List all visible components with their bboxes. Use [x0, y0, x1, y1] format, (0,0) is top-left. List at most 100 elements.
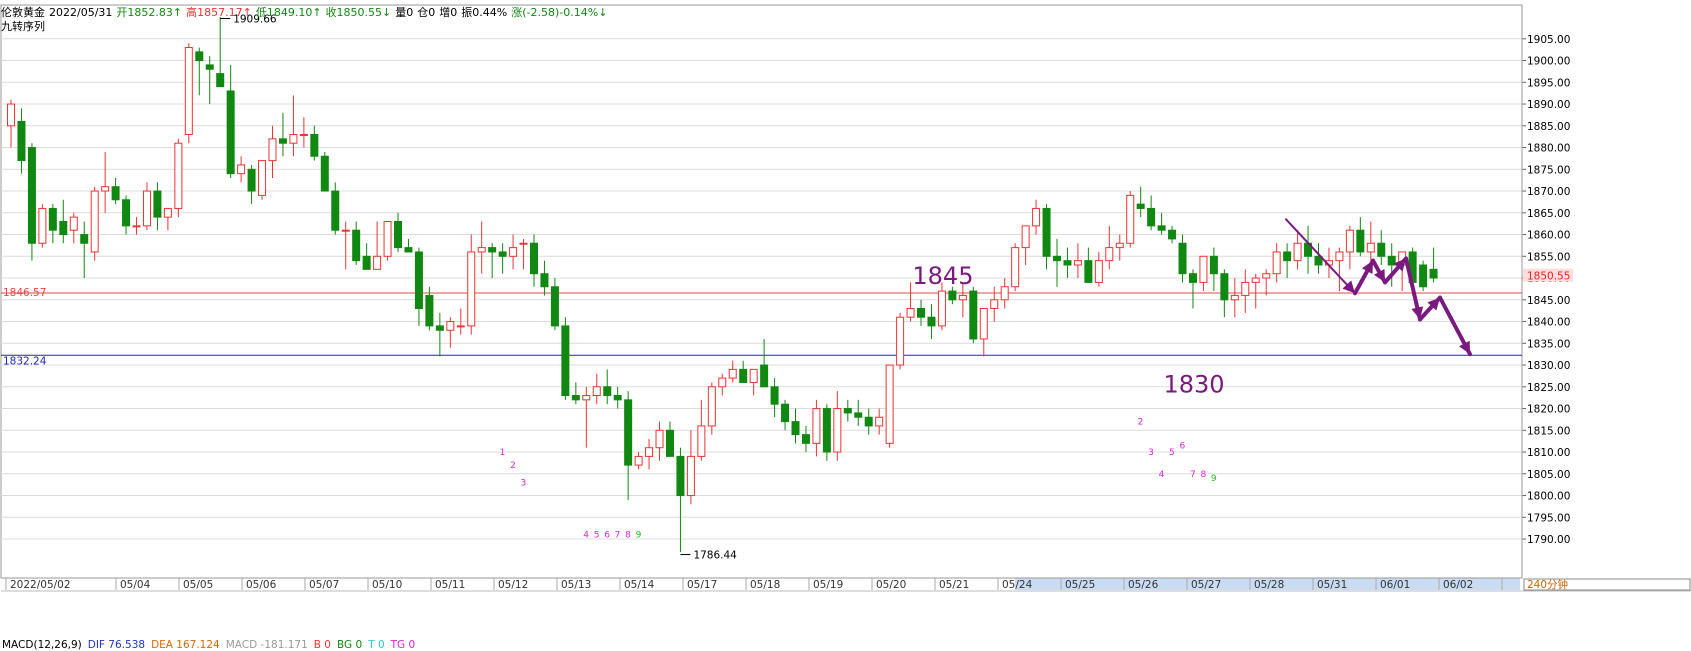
candle-up[interactable]	[258, 160, 267, 196]
candle-up[interactable]	[582, 395, 591, 401]
candle-down[interactable]	[310, 134, 319, 157]
candle-down[interactable]	[613, 395, 622, 401]
candle-up[interactable]	[90, 190, 99, 253]
candle-up[interactable]	[341, 229, 350, 232]
candle-up[interactable]	[237, 164, 246, 175]
candle-up[interactable]	[1115, 242, 1124, 249]
candle-up[interactable]	[728, 368, 737, 379]
candle-up[interactable]	[1293, 242, 1302, 262]
candle-up[interactable]	[383, 221, 392, 257]
candle-down[interactable]	[27, 147, 36, 244]
candle-up[interactable]	[749, 368, 758, 383]
candle-up[interactable]	[655, 429, 664, 449]
candle-up[interactable]	[1241, 281, 1250, 296]
candle-down[interactable]	[1283, 251, 1292, 262]
candle-up[interactable]	[1251, 277, 1260, 283]
candle-down[interactable]	[561, 325, 570, 396]
candle-down[interactable]	[404, 247, 413, 253]
candle-down[interactable]	[917, 308, 926, 318]
candle-down[interactable]	[1042, 207, 1051, 257]
candle-down[interactable]	[1053, 255, 1061, 262]
candle-down[interactable]	[801, 434, 810, 444]
candle-down[interactable]	[1188, 273, 1197, 283]
candle-down[interactable]	[624, 399, 633, 466]
candle-down[interactable]	[822, 408, 831, 453]
candle-down[interactable]	[1220, 273, 1229, 301]
candle-up[interactable]	[979, 308, 988, 340]
candle-up[interactable]	[896, 316, 905, 366]
candle-up[interactable]	[163, 207, 172, 218]
candle-down[interactable]	[1168, 229, 1177, 240]
candle-up[interactable]	[1105, 247, 1114, 262]
candle-up[interactable]	[686, 455, 695, 497]
candle-up[interactable]	[1126, 194, 1135, 244]
candle-up[interactable]	[634, 455, 643, 466]
candle-down[interactable]	[739, 368, 748, 383]
candle-down[interactable]	[1429, 268, 1438, 279]
candle-up[interactable]	[132, 225, 141, 228]
candle-down[interactable]	[352, 229, 361, 262]
candle-up[interactable]	[990, 299, 999, 309]
candle-down[interactable]	[278, 138, 287, 144]
candle-up[interactable]	[446, 321, 455, 331]
candle-down[interactable]	[854, 412, 863, 418]
candle-up[interactable]	[707, 386, 716, 427]
candle-up[interactable]	[174, 142, 183, 209]
candle-up[interactable]	[467, 251, 476, 327]
candle-down[interactable]	[843, 408, 852, 414]
candle-down[interactable]	[1419, 264, 1428, 288]
candle-down[interactable]	[1209, 255, 1218, 275]
candle-down[interactable]	[216, 73, 225, 88]
candle-up[interactable]	[885, 364, 894, 444]
candle-up[interactable]	[1366, 242, 1375, 253]
candle-up[interactable]	[812, 408, 821, 444]
candle-up[interactable]	[1011, 247, 1020, 288]
candle-down[interactable]	[603, 386, 612, 396]
candle-up[interactable]	[1000, 286, 1009, 301]
candle-up[interactable]	[289, 134, 298, 144]
candle-up[interactable]	[1199, 255, 1208, 283]
candle-up[interactable]	[875, 416, 884, 427]
candle-up[interactable]	[38, 207, 47, 244]
candle-up[interactable]	[519, 242, 528, 245]
candle-down[interactable]	[1178, 242, 1187, 275]
candle-up[interactable]	[69, 216, 78, 231]
candle-down[interactable]	[80, 234, 89, 244]
candle-down[interactable]	[226, 90, 235, 175]
candle-down[interactable]	[530, 242, 538, 275]
candle-down[interactable]	[1063, 260, 1072, 266]
candle-up[interactable]	[142, 190, 151, 227]
candle-down[interactable]	[59, 221, 68, 236]
candle-down[interactable]	[770, 386, 779, 405]
candle-down[interactable]	[1356, 229, 1365, 253]
candle-up[interactable]	[509, 247, 518, 257]
candle-up[interactable]	[833, 408, 842, 453]
candle-down[interactable]	[760, 364, 769, 388]
candle-up[interactable]	[101, 186, 110, 192]
candle-up[interactable]	[456, 325, 465, 328]
candle-up[interactable]	[477, 247, 486, 253]
candlestick-chart[interactable]: 1790.00 1795.00 1800.00 1805.00 1810.00 1815.…	[0, 0, 1691, 650]
candle-down[interactable]	[498, 251, 507, 257]
candle-down[interactable]	[1147, 207, 1156, 227]
candle-up[interactable]	[645, 447, 654, 457]
candle-down[interactable]	[1377, 242, 1386, 257]
candle-down[interactable]	[969, 290, 978, 340]
candle-down[interactable]	[48, 207, 57, 231]
candle-down[interactable]	[153, 190, 162, 218]
candle-down[interactable]	[331, 190, 340, 231]
candle-up[interactable]	[184, 47, 193, 135]
candle-down[interactable]	[550, 286, 559, 327]
candle-up[interactable]	[1073, 260, 1082, 266]
candle-down[interactable]	[571, 395, 580, 401]
candle-up[interactable]	[906, 308, 915, 318]
candle-down[interactable]	[791, 421, 800, 436]
candle-up[interactable]	[268, 138, 277, 162]
candle-up[interactable]	[1094, 260, 1103, 283]
candle-down[interactable]	[435, 325, 444, 331]
candle-down[interactable]	[414, 251, 423, 309]
candle-up[interactable]	[1345, 229, 1354, 253]
candle-down[interactable]	[540, 273, 549, 288]
candle-up[interactable]	[1262, 273, 1271, 279]
candle-down[interactable]	[425, 294, 434, 327]
